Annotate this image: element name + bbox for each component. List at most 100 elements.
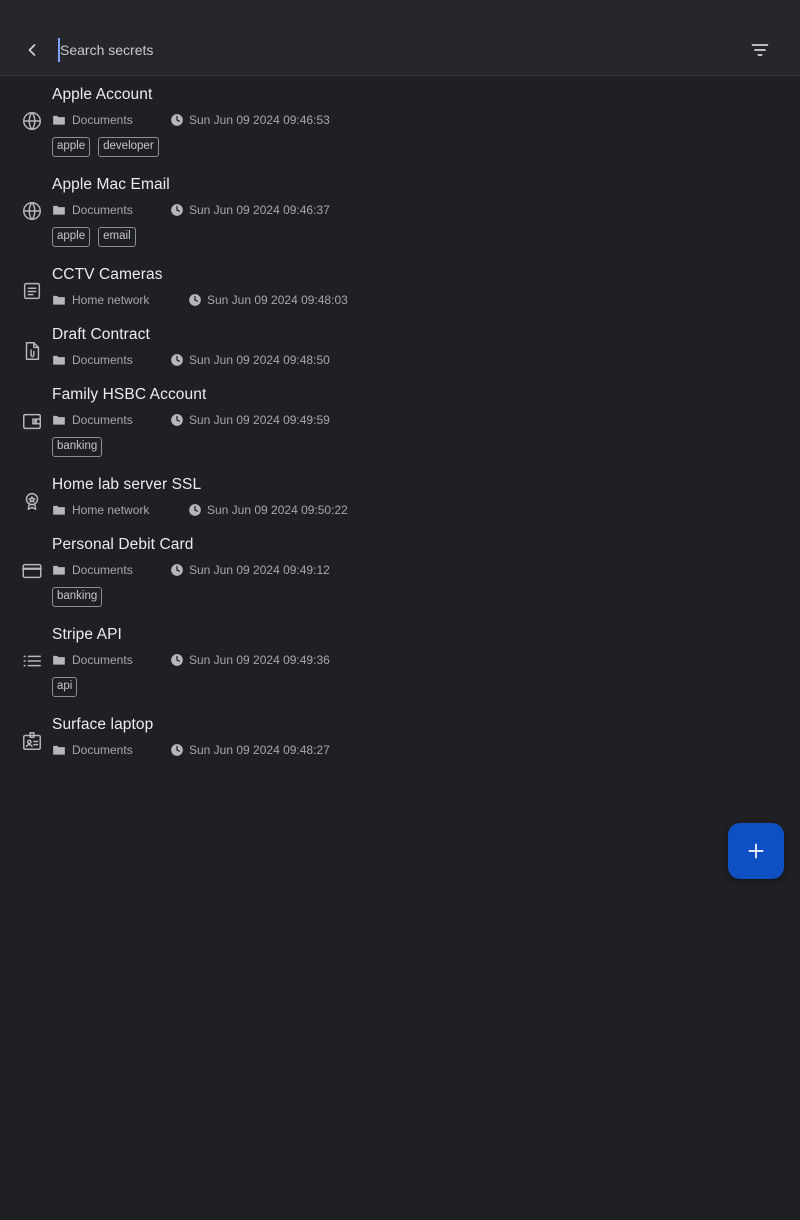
clock-icon-wrap [170,113,184,130]
clock-icon-wrap [188,293,202,310]
secret-title: CCTV Cameras [52,266,163,283]
folder-icon-wrap [52,503,66,520]
secret-title: Draft Contract [52,326,150,343]
folder-name: Documents [72,413,133,427]
clock-icon-wrap [170,413,184,430]
clock-icon [171,114,183,126]
modified-date: Sun Jun 09 2024 09:46:37 [189,203,330,217]
tag-chip[interactable]: banking [52,437,103,457]
folder-name: Home network [72,293,150,307]
secret-type-icon [21,560,43,582]
globe-icon [23,112,41,130]
folder-icon [53,295,65,305]
credit-card-icon [22,563,42,579]
back-button[interactable] [16,34,48,66]
folder-icon [53,565,65,575]
modified-date: Sun Jun 09 2024 09:49:59 [189,413,330,427]
search-input[interactable] [58,38,718,62]
secret-title: Home lab server SSL [52,476,202,493]
clock-icon [171,354,183,366]
tag-list: banking [52,587,103,607]
contact-card-icon [23,732,41,750]
filter-button[interactable] [744,34,776,66]
clock-icon [171,564,183,576]
secret-list-item[interactable]: Personal Debit Card Documents Sun Jun 09 2… [0,530,800,620]
top-bar [0,0,800,76]
folder-name: Documents [72,203,133,217]
clock-icon-wrap [170,563,184,580]
filter-icon [751,44,769,56]
folder-icon [53,505,65,515]
secret-title: Surface laptop [52,716,154,733]
folder-icon-wrap [52,203,66,220]
secret-list-item[interactable]: CCTV Cameras Home network Sun Jun 09 2024 … [0,260,800,320]
secret-list-item[interactable]: Stripe API Documents Sun Jun 09 2024 09:49… [0,620,800,710]
plus-icon [748,843,764,859]
folder-icon-wrap [52,113,66,130]
clock-icon-wrap [170,743,184,760]
secret-list-item[interactable]: Apple Mac Email Documents Sun Jun 09 2024 … [0,170,800,260]
folder-icon-wrap [52,293,66,310]
tag-list: apple email [52,227,136,247]
clock-icon-wrap [170,353,184,370]
clock-icon-wrap [170,203,184,220]
secret-title: Family HSBC Account [52,386,207,403]
tag-chip[interactable]: developer [98,137,159,157]
folder-name: Documents [72,653,133,667]
folder-icon-wrap [52,743,66,760]
tag-chip[interactable]: apple [52,227,91,247]
folder-icon [53,655,65,665]
tag-chip[interactable]: banking [52,587,103,607]
secret-type-icon [21,730,43,752]
tag-list: api [52,677,78,697]
clock-icon [171,414,183,426]
secret-title: Personal Debit Card [52,536,194,553]
secret-type-icon [21,200,43,222]
certificate-icon [25,492,39,510]
folder-icon-wrap [52,353,66,370]
modified-date: Sun Jun 09 2024 09:50:22 [207,503,348,517]
modified-date: Sun Jun 09 2024 09:48:03 [207,293,348,307]
modified-date: Sun Jun 09 2024 09:48:50 [189,353,330,367]
secret-list-item[interactable]: Home lab server SSL Home network Sun Jun 0… [0,470,800,530]
folder-name: Documents [72,743,133,757]
folder-icon-wrap [52,653,66,670]
secret-title: Apple Mac Email [52,176,170,193]
secret-list-item[interactable]: Apple Account Documents Sun Jun 09 2024 09… [0,80,800,170]
wallet-icon [23,413,41,430]
folder-name: Home network [72,503,150,517]
folder-name: Documents [72,353,133,367]
folder-icon [53,355,65,365]
add-secret-button[interactable] [728,823,784,879]
chevron-left-icon [28,44,36,56]
secret-list-item[interactable]: Surface laptop Documents Sun Jun 09 2024 0… [0,710,800,770]
file-attachment-icon [25,342,40,360]
secret-type-icon [21,280,43,302]
clock-icon [189,504,201,516]
clock-icon-wrap [170,653,184,670]
secret-type-icon [21,490,43,512]
modified-date: Sun Jun 09 2024 09:49:36 [189,653,330,667]
secret-list-item[interactable]: Family HSBC Account Documents Sun Jun 09 2… [0,380,800,470]
tag-chip[interactable]: apple [52,137,91,157]
tag-chip[interactable]: email [98,227,136,247]
secret-type-icon [21,410,43,432]
tag-list: banking [52,437,103,457]
modified-date: Sun Jun 09 2024 09:46:53 [189,113,330,127]
secret-title: Apple Account [52,86,153,103]
secret-type-icon [21,110,43,132]
secret-type-icon [21,650,43,672]
clock-icon [171,654,183,666]
list-icon [23,655,41,667]
tag-chip[interactable]: api [52,677,78,697]
note-icon [23,282,41,300]
tag-list: apple developer [52,137,159,157]
globe-icon [23,202,41,220]
secret-type-icon [21,340,43,362]
clock-icon [189,294,201,306]
clock-icon [171,744,183,756]
folder-icon [53,115,65,125]
modified-date: Sun Jun 09 2024 09:48:27 [189,743,330,757]
secret-list-item[interactable]: Draft Contract Documents Sun Jun 09 2024 0… [0,320,800,380]
clock-icon [171,204,183,216]
